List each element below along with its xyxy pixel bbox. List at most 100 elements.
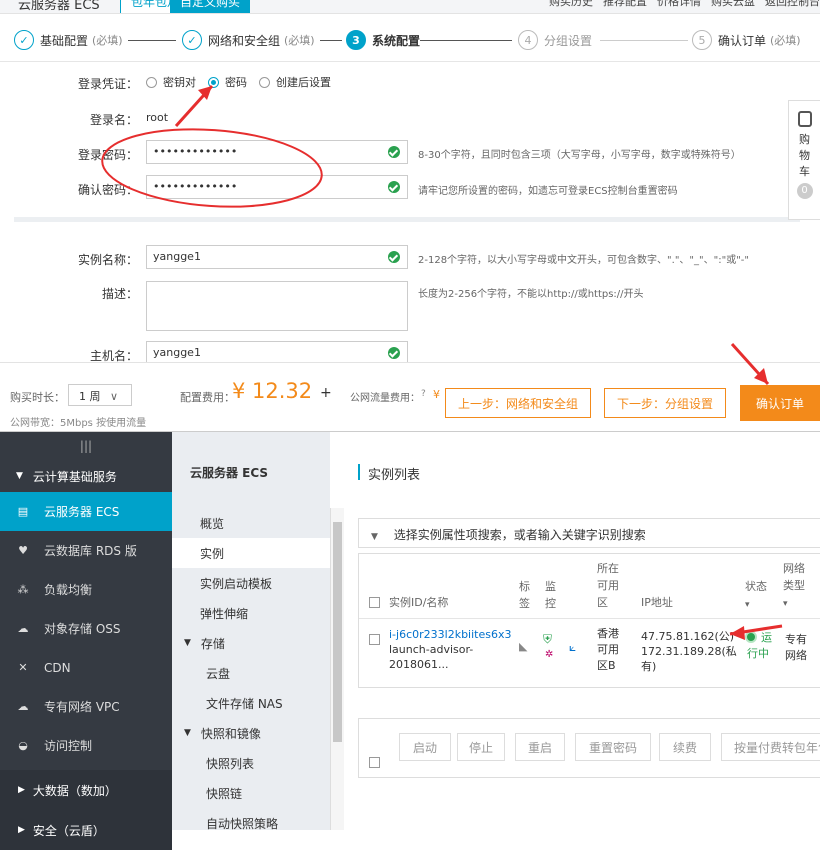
submenu-group-storage[interactable]: ▼ 存储: [172, 628, 330, 658]
cdn-icon: ✕: [18, 661, 28, 674]
load-balancer-icon: ⁂: [17, 583, 29, 596]
renew-button[interactable]: 续费: [659, 733, 711, 761]
scrollbar-thumb[interactable]: [333, 522, 342, 742]
next-step-button[interactable]: 下一步：分组设置: [604, 388, 726, 418]
password-input[interactable]: •••••••••••••: [146, 140, 408, 164]
radio-keypair[interactable]: [146, 76, 157, 88]
duration-select[interactable]: 1 周 ∨: [68, 384, 132, 406]
description-textarea[interactable]: [146, 281, 408, 331]
step-network-security[interactable]: ✓ 网络和安全组 (必填): [182, 30, 315, 50]
column-header-tags: 标签: [519, 580, 530, 610]
submenu-item-overview[interactable]: 概览: [172, 508, 330, 538]
nav-recommended-config[interactable]: 推荐配置: [603, 0, 647, 7]
submenu-item-snapshot-chain[interactable]: 快照链: [172, 778, 330, 808]
submenu-item-auto-scaling[interactable]: 弹性伸缩: [172, 598, 330, 628]
nav-purchase-history[interactable]: 购买历史: [549, 0, 593, 7]
submenu-item-snapshot-list[interactable]: 快照列表: [172, 748, 330, 778]
sidebar-item-slb[interactable]: ⁂ 负载均衡: [0, 570, 172, 609]
submenu-item-instances[interactable]: 实例: [172, 538, 330, 568]
submenu-group-snapshots[interactable]: ▼ 快照和镜像: [172, 718, 330, 748]
system-config-form: 登录凭证： 密钥对 密码 创建后设置 登录名： root 登录密码： •••••…: [0, 62, 800, 365]
step-label: 系统配置: [372, 33, 421, 48]
credential-options: 密钥对 密码 创建后设置: [146, 74, 331, 90]
nav-buy-disk[interactable]: 购买云盘: [711, 0, 755, 7]
help-icon[interactable]: ?: [421, 389, 426, 399]
check-icon: [388, 251, 400, 263]
instance-zone: 香港可用区B: [597, 627, 619, 672]
batch-select-checkbox[interactable]: [369, 757, 380, 768]
row-checkbox[interactable]: [369, 634, 380, 645]
monitor-chart-icon[interactable]: ⟀: [569, 640, 576, 655]
step-basic-config[interactable]: ✓ 基础配置 (必填): [14, 30, 123, 50]
server-icon: ▤: [17, 505, 29, 518]
submenu-item-nas[interactable]: 文件存储 NAS: [172, 688, 330, 718]
stop-button[interactable]: 停止: [457, 733, 505, 761]
step-confirm-order[interactable]: 5 确认订单 (必填): [692, 30, 801, 50]
submenu-item-disks[interactable]: 云盘: [172, 658, 330, 688]
password-label: 登录密码：: [77, 148, 138, 162]
header-label: 网络类型: [783, 562, 805, 592]
option-set-later-label: 创建后设置: [276, 76, 331, 89]
confirm-order-button[interactable]: 确认订单: [740, 385, 820, 421]
confirm-password-hint: 请牢记您所设置的密码，如遗忘可登录ECS控制台重置密码: [418, 186, 678, 197]
sidebar-item-label: 对象存储 OSS: [44, 622, 121, 636]
radio-password[interactable]: [208, 76, 219, 88]
ecs-submenu: 云服务器 ECS 概览 实例 实例启动模板 弹性伸缩 ▼ 存储 云盘 文件存储 …: [172, 432, 330, 831]
instance-id-link[interactable]: i-j6c0r233l2kbiites6x3: [389, 628, 511, 641]
sidebar-group-big-data[interactable]: ▶ 大数据（数加）: [0, 770, 172, 810]
sidebar-group-cloud-compute[interactable]: ▼ 云计算基础服务: [0, 460, 172, 492]
sidebar-item-oss[interactable]: ☁ 对象存储 OSS: [0, 609, 172, 648]
caret-down-icon: ▼: [16, 471, 23, 481]
instance-network-type: 专有网络: [785, 633, 807, 662]
start-button[interactable]: 启动: [399, 733, 451, 761]
nav-back-console[interactable]: 返回控制台: [765, 0, 820, 7]
sidebar-item-vpc[interactable]: ☁ 专有网络 VPC: [0, 687, 172, 726]
step-system-config[interactable]: 3 系统配置: [346, 30, 420, 50]
title-accent: [358, 464, 360, 480]
credential-label: 登录凭证：: [77, 77, 138, 91]
cart-label: 购: [799, 133, 810, 146]
sidebar-item-cdn[interactable]: ✕ CDN: [0, 648, 172, 687]
cloud-storage-icon: ☁: [17, 622, 29, 635]
sidebar-item-rds[interactable]: ♥ 云数据库 RDS 版: [0, 531, 172, 570]
option-password-label: 密码: [225, 76, 247, 89]
submenu-item-launch-templates[interactable]: 实例启动模板: [172, 568, 330, 598]
instance-search-input[interactable]: ▼ 选择实例属性项搜索，或者输入关键字识别搜索: [358, 518, 820, 548]
radio-set-later[interactable]: [259, 76, 270, 88]
shopping-cart[interactable]: 购 物 车 0: [788, 100, 820, 220]
confirm-password-input[interactable]: •••••••••••••: [146, 175, 408, 199]
menu-icon[interactable]: |||: [0, 432, 172, 460]
vpc-icon: ☁: [17, 700, 29, 713]
reset-password-button[interactable]: 重置密码: [575, 733, 651, 761]
submenu-scrollbar[interactable]: [330, 508, 344, 830]
prev-step-button[interactable]: 上一步：网络和安全组: [445, 388, 591, 418]
main-sidebar: ||| ▼ 云计算基础服务 ▤ 云服务器 ECS ♥ 云数据库 RDS 版 ⁂ …: [0, 432, 172, 850]
caret-down-icon: ▼: [371, 532, 378, 542]
confirm-password-label: 确认密码：: [77, 183, 138, 197]
caret-down-icon: ▾: [783, 599, 788, 609]
step-connector: [320, 40, 342, 41]
step-label: 网络和安全组: [208, 33, 281, 48]
convert-billing-button[interactable]: 按量付费转包年包: [721, 733, 820, 761]
restart-button[interactable]: 重启: [515, 733, 565, 761]
step-group-settings[interactable]: 4 分组设置: [518, 30, 592, 50]
step-connector: [420, 40, 512, 41]
nav-price-detail[interactable]: 价格详情: [657, 0, 701, 7]
sidebar-item-label: 云数据库 RDS 版: [44, 544, 137, 558]
column-header-network[interactable]: 网络类型 ▾: [783, 560, 811, 613]
sidebar-item-access-control[interactable]: ◒ 访问控制: [0, 726, 172, 765]
submenu-group-label: 存储: [200, 636, 225, 651]
wizard-steps: ✓ 基础配置 (必填) ✓ 网络和安全组 (必填) 3 系统配置 4 分组设置 …: [0, 16, 820, 62]
tab-custom-purchase[interactable]: 自定义购买: [170, 0, 251, 13]
step-number-icon: 5: [692, 30, 712, 50]
column-header-status[interactable]: 状态 ▾: [745, 578, 767, 614]
tag-icon[interactable]: ◣: [519, 640, 527, 653]
select-all-checkbox[interactable]: [369, 597, 380, 608]
sidebar-group-security[interactable]: ▶ 安全（云盾）: [0, 810, 172, 850]
sidebar-item-ecs[interactable]: ▤ 云服务器 ECS: [0, 492, 172, 531]
username-label: 登录名：: [89, 113, 138, 127]
password-hint: 8-30个字符，且同时包含三项（大写字母，小写字母，数字或特殊符号）: [418, 150, 741, 161]
sidebar-group-label: 大数据（数加）: [32, 783, 117, 798]
submenu-item-auto-snapshot-policy[interactable]: 自动快照策略: [172, 808, 330, 838]
instance-name-input[interactable]: yangge1: [146, 245, 408, 269]
